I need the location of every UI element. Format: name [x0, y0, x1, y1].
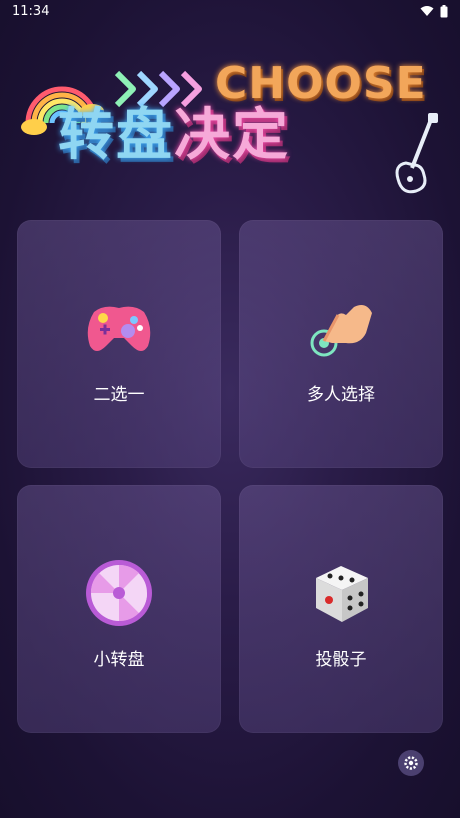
gamepad-icon — [83, 292, 155, 364]
settings-icon — [404, 756, 418, 770]
menu-card-label: 多人选择 — [307, 385, 375, 405]
menu-card-label: 小转盘 — [93, 650, 145, 670]
status-bar: 11:34 — [0, 0, 460, 22]
guitar-icon — [395, 113, 438, 194]
dice-icon — [305, 557, 377, 629]
title-chinese-part2: 决定 — [174, 103, 290, 168]
menu-card-multi-choice[interactable]: 多人选择 — [239, 220, 443, 468]
status-icons — [420, 4, 448, 18]
hand-tap-icon — [305, 292, 377, 364]
title-chinese: 转盘决定 — [58, 108, 290, 164]
menu-card-two-choice[interactable]: 二选一 — [17, 220, 221, 468]
title-chinese-part1: 转盘 — [58, 103, 174, 168]
menu-card-small-wheel[interactable]: 小转盘 — [17, 485, 221, 733]
title-english: CHOOSE — [215, 58, 427, 109]
menu-card-dice[interactable]: 投骰子 — [239, 485, 443, 733]
status-time: 11:34 — [12, 3, 50, 19]
wifi-icon — [420, 6, 434, 16]
settings-button[interactable] — [398, 750, 424, 776]
menu-card-label: 二选一 — [93, 385, 145, 405]
wheel-icon — [83, 557, 155, 629]
menu-card-label: 投骰子 — [315, 650, 367, 670]
battery-icon — [440, 4, 448, 17]
